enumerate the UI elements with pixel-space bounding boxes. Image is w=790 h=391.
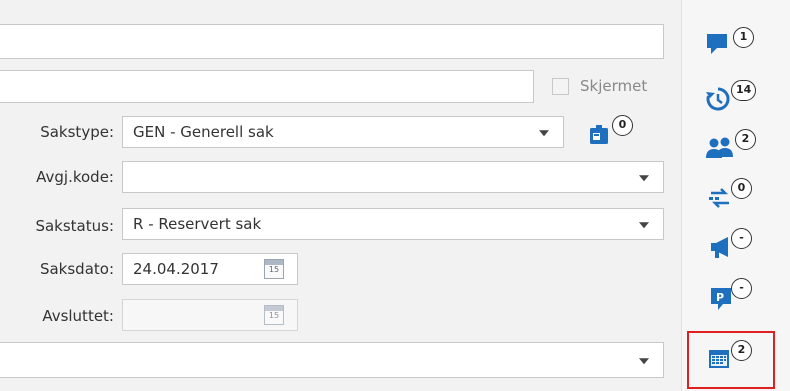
chevron-down-icon bbox=[639, 175, 649, 182]
document-icon[interactable] bbox=[588, 122, 612, 146]
document-count-badge: 0 bbox=[612, 115, 633, 136]
side-item-comments[interactable]: 1 bbox=[705, 25, 775, 69]
announcements-count-badge: - bbox=[731, 228, 752, 249]
avgj-kode-select[interactable] bbox=[122, 161, 664, 193]
side-item-transfers[interactable]: 0 bbox=[705, 176, 775, 220]
sakstatus-select[interactable]: R - Reservert sak bbox=[122, 208, 664, 240]
sakstype-select[interactable]: GEN - Generell sak bbox=[122, 116, 564, 148]
side-item-parking[interactable]: P - bbox=[705, 276, 775, 320]
sakstatus-label: Sakstatus: bbox=[35, 217, 114, 235]
title-input[interactable] bbox=[0, 24, 664, 59]
sakstype-label: Sakstype: bbox=[40, 123, 114, 141]
chevron-down-icon bbox=[539, 130, 549, 137]
calendar-icon-day: 15 bbox=[268, 311, 280, 320]
case-form: Skjermet Sakstype: GEN - Generell sak 0 … bbox=[0, 0, 681, 391]
comment-icon bbox=[707, 34, 727, 54]
avsluttet-label: Avsluttet: bbox=[42, 307, 114, 325]
transfers-count-badge: 0 bbox=[731, 178, 752, 199]
avsluttet-calendar-button: 15 bbox=[264, 305, 284, 325]
saksdato-label: Saksdato: bbox=[39, 260, 114, 278]
comments-count-badge: 1 bbox=[733, 27, 754, 48]
chevron-down-icon bbox=[639, 358, 649, 365]
sakstatus-value: R - Reservert sak bbox=[133, 215, 262, 233]
skjermet-checkbox[interactable] bbox=[552, 78, 569, 95]
history-icon bbox=[706, 87, 730, 111]
parking-count-badge: - bbox=[731, 278, 752, 299]
side-item-announcements[interactable]: - bbox=[705, 226, 775, 270]
users-icon bbox=[706, 137, 733, 158]
transfer-icon bbox=[709, 188, 729, 208]
sakstype-value: GEN - Generell sak bbox=[133, 123, 274, 141]
skjermet-label: Skjermet bbox=[580, 77, 648, 95]
bottom-select[interactable] bbox=[0, 342, 664, 378]
chevron-down-icon bbox=[639, 222, 649, 229]
secondary-input[interactable] bbox=[0, 70, 534, 103]
svg-text:P: P bbox=[716, 291, 724, 304]
participants-count-badge: 2 bbox=[735, 129, 756, 150]
history-count-badge: 14 bbox=[731, 80, 757, 101]
calendar-icon-day: 15 bbox=[268, 265, 280, 274]
saksdato-calendar-button[interactable]: 15 bbox=[264, 259, 284, 279]
saksdato-value: 24.04.2017 bbox=[133, 260, 219, 278]
side-item-participants[interactable]: 2 bbox=[705, 128, 775, 172]
avgj-kode-label: Avgj.kode: bbox=[36, 168, 114, 186]
side-item-history[interactable]: 14 bbox=[705, 80, 775, 124]
calendar-highlight-box bbox=[687, 331, 775, 389]
